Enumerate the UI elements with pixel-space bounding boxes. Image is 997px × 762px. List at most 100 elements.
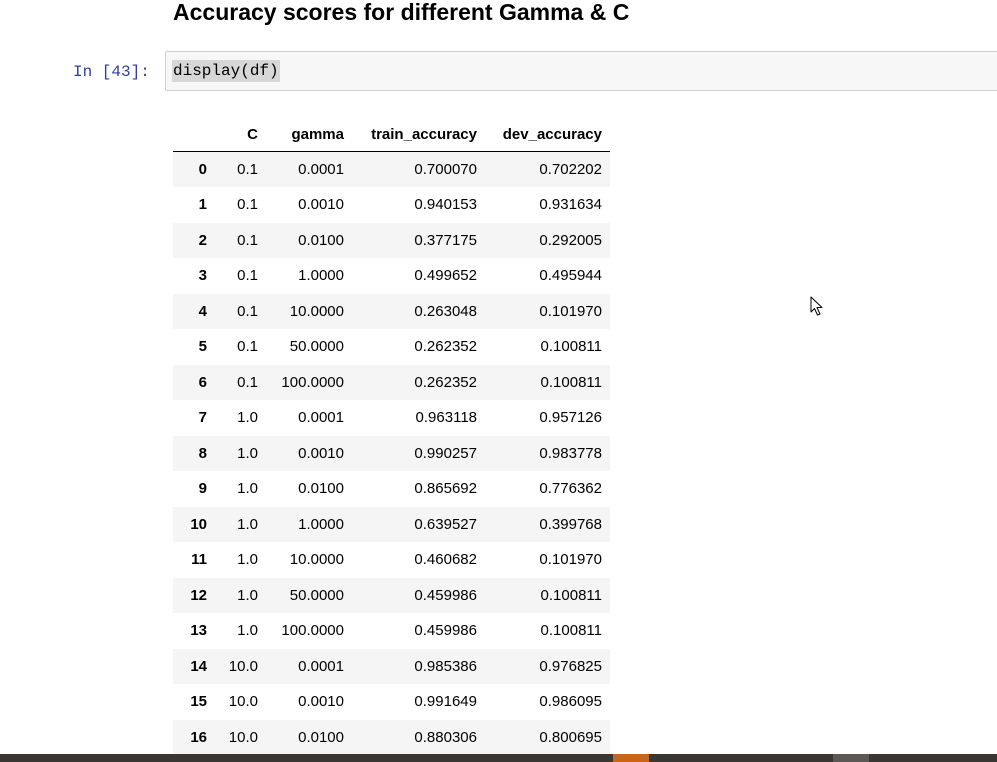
row-index: 16 — [190, 728, 207, 746]
cell-gamma: 50.0000 — [289, 586, 344, 604]
header-train-accuracy: train_accuracy — [352, 118, 485, 152]
cell-c: 1.0 — [237, 480, 258, 498]
table-row: 12 1.0 50.0000 0.459986 0.100811 — [173, 577, 610, 613]
cell-gamma: 10.0000 — [289, 551, 344, 569]
code-text[interactable]: display(df) — [172, 60, 280, 82]
row-index: 12 — [190, 586, 207, 604]
cell-c: 0.1 — [237, 302, 258, 320]
cell-train-accuracy: 0.963118 — [415, 409, 477, 427]
cell-c: 1.0 — [237, 622, 258, 640]
cell-gamma: 10.0000 — [289, 302, 344, 320]
header-gamma: gamma — [266, 118, 352, 152]
row-index: 7 — [198, 409, 207, 427]
table-row: 2 0.1 0.0100 0.377175 0.292005 — [173, 222, 610, 258]
cell-gamma: 0.0100 — [298, 728, 344, 746]
cell-c: 0.1 — [237, 161, 258, 178]
taskbar — [0, 754, 997, 762]
row-index: 15 — [190, 693, 207, 711]
cell-c: 1.0 — [237, 444, 258, 462]
cell-train-accuracy: 0.990257 — [414, 444, 477, 462]
cell-c: 0.1 — [237, 196, 258, 214]
table-row: 8 1.0 0.0010 0.990257 0.983778 — [173, 435, 610, 471]
cell-train-accuracy: 0.459986 — [414, 586, 477, 604]
cell-train-accuracy: 0.700070 — [414, 161, 477, 178]
cell-train-accuracy: 0.865692 — [414, 480, 477, 498]
cell-gamma: 0.0001 — [298, 161, 344, 178]
table-header: C gamma train_accuracy dev_accuracy — [173, 118, 610, 152]
mouse-pointer-icon — [810, 296, 823, 316]
cell-c: 0.1 — [237, 231, 258, 249]
row-index: 2 — [198, 231, 207, 249]
cell-c: 10.0 — [228, 657, 258, 675]
row-index: 11 — [191, 551, 207, 569]
cell-dev-accuracy: 0.776362 — [539, 480, 602, 498]
cell-c: 10.0 — [228, 728, 258, 746]
cell-dev-accuracy: 0.983778 — [539, 444, 602, 462]
cell-gamma: 1.0000 — [298, 267, 344, 285]
cell-gamma: 0.0100 — [298, 480, 344, 498]
table-row: 7 1.0 0.0001 0.963118 0.957126 — [173, 400, 610, 436]
row-index: 6 — [198, 373, 207, 391]
table-row: 16 10.0 0.0100 0.880306 0.800695 — [173, 719, 610, 755]
cell-train-accuracy: 0.991649 — [414, 693, 477, 711]
code-cell-input[interactable]: display(df) — [165, 51, 997, 91]
cell-c: 1.0 — [237, 409, 258, 427]
dataframe-table: C gamma train_accuracy dev_accuracy 0 0.1… — [173, 118, 610, 755]
cell-c: 0.1 — [237, 373, 258, 391]
table-row: 6 0.1 100.0000 0.262352 0.100811 — [173, 364, 610, 400]
table-row: 15 10.0 0.0010 0.991649 0.986095 — [173, 684, 610, 720]
cell-train-accuracy: 0.263048 — [414, 302, 477, 320]
row-index: 0 — [198, 161, 207, 178]
table-row: 10 1.0 1.0000 0.639527 0.399768 — [173, 506, 610, 542]
taskbar-item[interactable] — [833, 754, 869, 762]
cell-dev-accuracy: 0.292005 — [539, 231, 602, 249]
cell-dev-accuracy: 0.702202 — [539, 161, 602, 178]
cell-train-accuracy: 0.985386 — [414, 657, 477, 675]
cell-gamma: 0.0010 — [298, 444, 344, 462]
table-row: 14 10.0 0.0001 0.985386 0.976825 — [173, 648, 610, 684]
notebook-page: Accuracy scores for different Gamma & C … — [0, 0, 997, 762]
cell-dev-accuracy: 0.100811 — [540, 338, 602, 356]
cell-gamma: 0.0010 — [298, 196, 344, 214]
cell-train-accuracy: 0.499652 — [414, 267, 477, 285]
table-row: 1 0.1 0.0010 0.940153 0.931634 — [173, 187, 610, 223]
cell-gamma: 0.0001 — [298, 409, 344, 427]
table-row: 13 1.0 100.0000 0.459986 0.100811 — [173, 613, 610, 649]
row-index: 10 — [190, 515, 207, 533]
cell-train-accuracy: 0.262352 — [414, 373, 477, 391]
cell-dev-accuracy: 0.976825 — [539, 657, 602, 675]
row-index: 8 — [198, 444, 207, 462]
cell-gamma: 1.0000 — [298, 515, 344, 533]
cell-train-accuracy: 0.880306 — [414, 728, 477, 746]
cell-dev-accuracy: 0.957126 — [539, 409, 602, 427]
table-row: 0 0.1 0.0001 0.700070 0.702202 — [173, 151, 610, 187]
cell-dev-accuracy: 0.100811 — [540, 622, 602, 640]
cell-dev-accuracy: 0.399768 — [539, 515, 602, 533]
table-row: 9 1.0 0.0100 0.865692 0.776362 — [173, 471, 610, 507]
cell-c: 1.0 — [237, 551, 258, 569]
cell-gamma: 0.0001 — [298, 657, 344, 675]
cell-dev-accuracy: 0.931634 — [539, 196, 602, 214]
cell-dev-accuracy: 0.100811 — [540, 586, 602, 604]
taskbar-active-item[interactable] — [613, 754, 649, 762]
table-body: 0 0.1 0.0001 0.700070 0.702202 1 0.1 0.0010 0.94… — [173, 151, 610, 755]
cell-dev-accuracy: 0.986095 — [539, 693, 602, 711]
cell-c: 0.1 — [237, 338, 258, 356]
cell-train-accuracy: 0.940153 — [414, 196, 477, 214]
cell-c: 1.0 — [237, 515, 258, 533]
row-index: 13 — [190, 622, 207, 640]
cell-output: C gamma train_accuracy dev_accuracy 0 0.1… — [173, 118, 610, 755]
cell-train-accuracy: 0.459986 — [414, 622, 477, 640]
row-index: 4 — [198, 302, 207, 320]
row-index: 14 — [190, 657, 207, 675]
header-c: C — [215, 118, 266, 152]
cell-gamma: 0.0010 — [298, 693, 344, 711]
header-index — [173, 118, 215, 152]
markdown-heading: Accuracy scores for different Gamma & C — [173, 0, 630, 25]
cell-c: 10.0 — [228, 693, 258, 711]
cell-dev-accuracy: 0.800695 — [539, 728, 602, 746]
cell-dev-accuracy: 0.101970 — [539, 551, 602, 569]
cell-dev-accuracy: 0.495944 — [539, 267, 602, 285]
cell-dev-accuracy: 0.101970 — [539, 302, 602, 320]
row-index: 9 — [198, 480, 207, 498]
